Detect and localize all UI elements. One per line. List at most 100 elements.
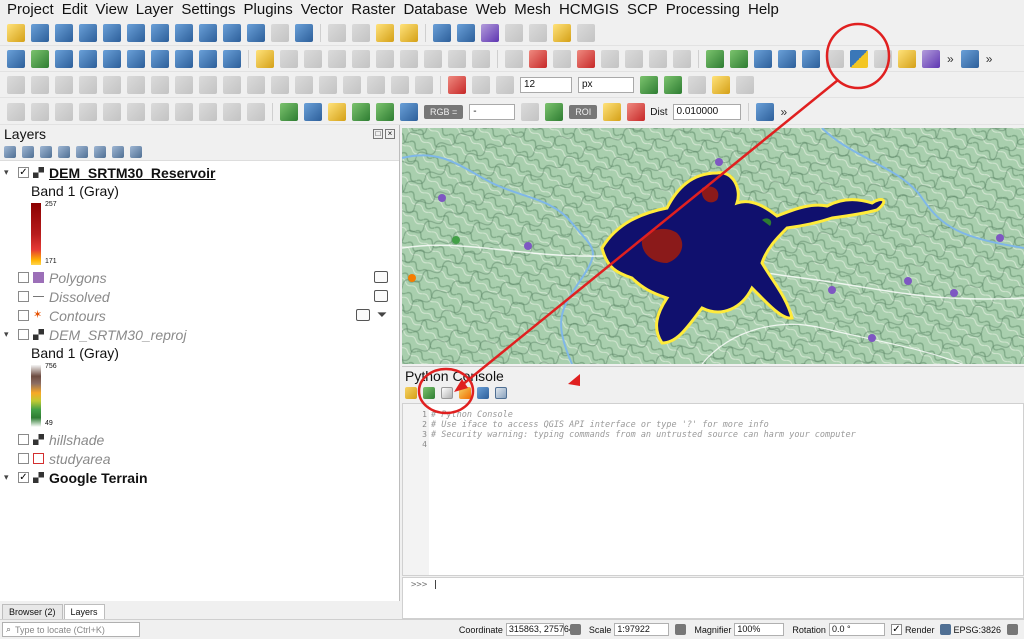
layer-visibility-checkbox[interactable] <box>18 272 29 283</box>
remove-layer-icon[interactable] <box>130 145 142 158</box>
collapse-all-icon[interactable] <box>112 145 124 158</box>
select-all-icon[interactable] <box>400 24 418 42</box>
select-features-icon[interactable] <box>328 24 346 42</box>
fill-ring-icon[interactable] <box>79 76 97 94</box>
save-edits-icon[interactable] <box>280 50 298 68</box>
ellipse-tool-icon[interactable] <box>55 103 73 121</box>
change-label-icon[interactable] <box>673 50 691 68</box>
owl-plugin-icon[interactable] <box>247 103 265 121</box>
close-panel-icon[interactable]: × <box>385 129 395 139</box>
manage-map-themes-icon[interactable] <box>40 145 52 158</box>
attribute-table-icon[interactable] <box>505 24 523 42</box>
add-raster-layer-icon[interactable] <box>55 50 73 68</box>
globe-icon[interactable] <box>754 50 772 68</box>
expand-arrow-icon[interactable]: ▾ <box>4 329 14 340</box>
menu-web[interactable]: Web <box>473 0 510 20</box>
delete-selected-icon[interactable] <box>352 50 370 68</box>
show-hide-label-icon[interactable] <box>601 50 619 68</box>
regular-polygon-icon[interactable] <box>415 76 433 94</box>
add-wms-icon[interactable] <box>175 50 193 68</box>
clear-console-icon[interactable] <box>405 387 417 399</box>
zoom-to-selection-icon[interactable] <box>127 24 145 42</box>
polygon-tool-icon[interactable] <box>79 103 97 121</box>
map-tips-icon[interactable] <box>553 24 571 42</box>
lock-scale-icon[interactable] <box>675 624 687 635</box>
more-toolbar-icon[interactable]: » <box>986 52 993 66</box>
zoom-next-icon[interactable] <box>223 24 241 42</box>
menu-processing[interactable]: Processing <box>663 0 743 20</box>
options-icon[interactable] <box>459 387 471 399</box>
html-annotation-icon[interactable] <box>151 103 169 121</box>
add-wcs-icon[interactable] <box>223 50 241 68</box>
zoom-in-icon[interactable] <box>55 24 73 42</box>
data-source-manager-icon[interactable] <box>7 50 25 68</box>
add-spatialite-icon[interactable] <box>127 50 145 68</box>
expand-all-icon[interactable] <box>94 145 106 158</box>
scp-classification-icon[interactable] <box>352 103 370 121</box>
layer-row-dem-reservoir[interactable]: ▾ ✓ DEM_SRTM30_Reservoir <box>0 163 400 182</box>
settings-icon[interactable] <box>495 387 507 399</box>
delete-part-icon[interactable] <box>127 76 145 94</box>
layer-visibility-checkbox[interactable]: ✓ <box>18 167 29 178</box>
more-toolbar-icon[interactable]: » <box>781 105 788 119</box>
eraser-icon[interactable] <box>874 50 892 68</box>
trace-icon[interactable] <box>688 76 706 94</box>
zoom-last-icon[interactable] <box>199 24 217 42</box>
add-mesh-layer-icon[interactable] <box>79 50 97 68</box>
text-annotation-icon[interactable] <box>127 103 145 121</box>
scale-field[interactable]: 1:97922 <box>614 623 670 636</box>
float-panel-icon[interactable]: □ <box>373 129 383 139</box>
layer-row-contours[interactable]: ✶ Contours <box>0 306 400 325</box>
undo-icon[interactable] <box>448 50 466 68</box>
layer-row-polygons[interactable]: Polygons <box>0 268 400 287</box>
edit-pencil-icon[interactable] <box>256 50 274 68</box>
rgb-band-select[interactable]: - <box>469 104 516 120</box>
split-parts-icon[interactable] <box>223 76 241 94</box>
layer-row-google-terrain[interactable]: ▾ ✓ Google Terrain <box>0 468 400 487</box>
pan-to-selection-icon[interactable] <box>31 24 49 42</box>
scp-roi-icon[interactable] <box>328 103 346 121</box>
zoom-native-icon[interactable] <box>175 24 193 42</box>
layer-visibility-checkbox[interactable] <box>18 310 29 321</box>
label-abc-icon[interactable] <box>529 50 547 68</box>
new-map-view-icon[interactable] <box>247 24 265 42</box>
scp-settings-icon[interactable] <box>755 103 774 121</box>
highlight-label-icon[interactable] <box>577 50 595 68</box>
add-ring-icon[interactable] <box>31 76 49 94</box>
refresh-icon[interactable] <box>295 24 313 42</box>
menu-vector[interactable]: Vector <box>298 0 347 20</box>
layer-row-hillshade[interactable]: hillshade <box>0 430 400 449</box>
menu-layer[interactable]: Layer <box>133 0 177 20</box>
add-wfs-icon[interactable] <box>199 50 217 68</box>
spectral-plot-icon[interactable] <box>922 50 940 68</box>
scp-zoom-icon[interactable] <box>376 103 394 121</box>
scale-dependent-snap-icon[interactable] <box>736 76 754 94</box>
web-globe-icon[interactable] <box>778 50 796 68</box>
menu-edit[interactable]: Edit <box>59 0 91 20</box>
expand-arrow-icon[interactable]: ▾ <box>4 472 14 483</box>
quick-map-services-icon[interactable] <box>802 50 820 68</box>
reshape-icon[interactable] <box>151 76 169 94</box>
zoom-to-layer-icon[interactable] <box>151 24 169 42</box>
move-label-icon[interactable] <box>625 50 643 68</box>
menu-plugins[interactable]: Plugins <box>241 0 296 20</box>
pin-label-icon[interactable] <box>553 50 571 68</box>
scp-dock-icon[interactable] <box>898 50 916 68</box>
python-console-icon[interactable] <box>850 50 868 68</box>
show-editor-icon[interactable] <box>441 387 453 399</box>
rotation-field[interactable]: 0.0 ° <box>828 623 885 636</box>
rotate-label-icon[interactable] <box>649 50 667 68</box>
local-stretch-icon[interactable] <box>521 103 540 121</box>
add-group-icon[interactable] <box>22 145 34 158</box>
zoom-full-icon[interactable] <box>103 24 121 42</box>
layer-visibility-checkbox[interactable] <box>18 291 29 302</box>
layer-visibility-checkbox[interactable] <box>18 453 29 464</box>
create-roi-icon[interactable] <box>603 103 622 121</box>
rectangle-tool-icon[interactable] <box>31 103 49 121</box>
label-tool-icon[interactable] <box>505 50 523 68</box>
svg-annotation-icon[interactable] <box>175 103 193 121</box>
crs-label[interactable]: EPSG:3826 <box>953 625 1001 635</box>
identify-icon[interactable] <box>433 24 451 42</box>
shape-tool-icon[interactable] <box>7 103 25 121</box>
annotation-tool-icon[interactable] <box>103 103 121 121</box>
